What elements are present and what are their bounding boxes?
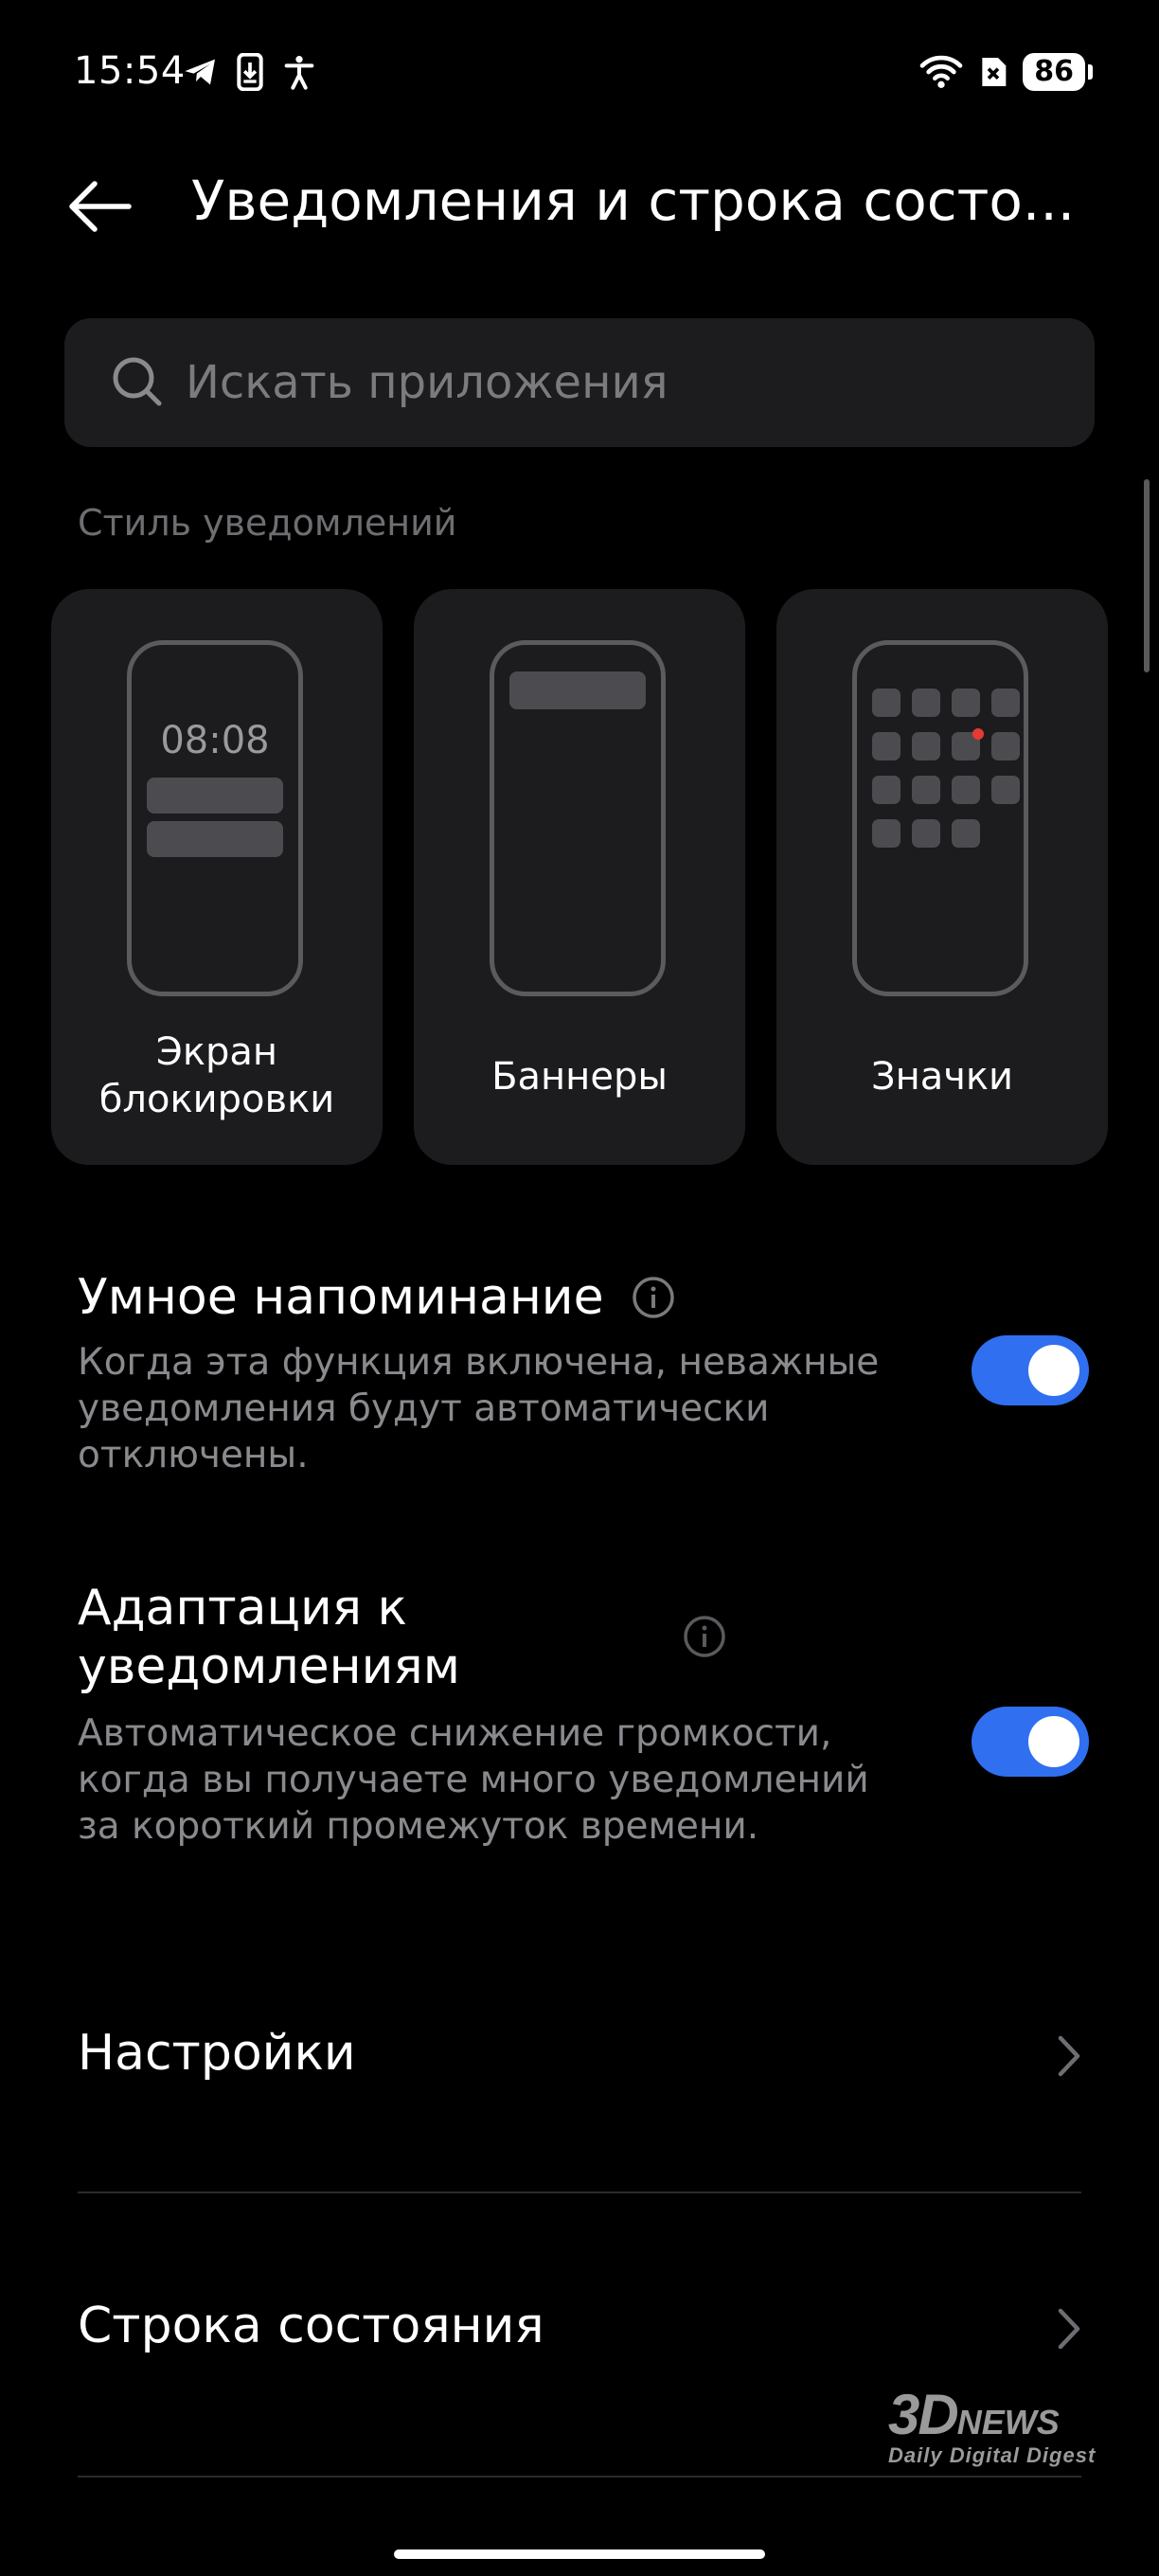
watermark-main: 3D xyxy=(888,2383,959,2446)
style-card-label: Экран блокировки xyxy=(98,1030,335,1121)
page-title: Уведомления и строка состо... xyxy=(191,169,1076,233)
adaptation-description: Автоматическое снижение громкости, когда… xyxy=(78,1712,869,1848)
preview-banner-bar xyxy=(509,671,646,709)
status-icons-right: 86 xyxy=(918,53,1093,91)
battery-icon: 86 xyxy=(1023,53,1093,91)
telegram-icon xyxy=(185,59,215,85)
download-phone-icon xyxy=(237,53,263,91)
chevron-right-icon xyxy=(1058,2308,1080,2350)
style-card-banners[interactable]: Баннеры xyxy=(414,589,745,1165)
preview-notification-bar xyxy=(147,821,283,857)
search-icon xyxy=(113,357,162,406)
style-card-badges[interactable]: Значки xyxy=(776,589,1108,1165)
lock-screen-preview: 08:08 xyxy=(127,640,303,996)
toggle-knob xyxy=(1028,1716,1079,1767)
watermark-tagline: Daily Digital Digest xyxy=(888,2443,1097,2467)
search-placeholder: Искать приложения xyxy=(186,356,669,409)
preview-time: 08:08 xyxy=(160,719,270,762)
back-arrow-icon[interactable] xyxy=(61,167,140,246)
watermark-news: NEWS xyxy=(956,2403,1060,2442)
status-icons-left xyxy=(182,53,318,91)
toggle-knob xyxy=(1028,1345,1079,1396)
nav-item-settings[interactable]: Настройки xyxy=(78,2004,1087,2108)
wifi-icon xyxy=(919,55,963,88)
no-sim-icon xyxy=(982,58,1007,86)
nav-item-status-bar[interactable]: Строка состояния xyxy=(78,2277,1087,2381)
style-card-label: Баннеры xyxy=(491,1055,668,1099)
smart-reminder-toggle[interactable] xyxy=(972,1335,1089,1405)
preview-notification-bar xyxy=(147,778,283,814)
watermark-logo: 3DNEWS Daily Digital Digest xyxy=(888,2387,1096,2468)
divider xyxy=(78,2476,1081,2478)
nav-item-label: Настройки xyxy=(78,2025,356,2082)
status-time: 15:54 xyxy=(74,49,186,93)
search-input[interactable]: Искать приложения xyxy=(64,318,1095,447)
style-card-lock-screen[interactable]: 08:08 Экран блокировки xyxy=(51,589,383,1165)
section-label-notification-style: Стиль уведомлений xyxy=(78,502,457,544)
info-icon[interactable] xyxy=(682,1614,727,1659)
style-card-label: Значки xyxy=(870,1055,1014,1099)
badge-dot xyxy=(972,728,984,740)
badges-preview xyxy=(852,640,1028,996)
adaptation-toggle[interactable] xyxy=(972,1707,1089,1777)
divider xyxy=(78,2191,1081,2193)
smart-reminder-title: Умное напоминание xyxy=(78,1269,604,1326)
banners-preview xyxy=(490,640,666,996)
adaptation-title-line1: Адаптация к xyxy=(78,1580,407,1637)
scrollbar[interactable] xyxy=(1144,479,1150,672)
home-indicator[interactable] xyxy=(394,2549,765,2559)
adaptation-title-line2: уведомлениям xyxy=(78,1638,460,1695)
preview-app-grid xyxy=(872,689,1020,848)
info-icon[interactable] xyxy=(631,1275,676,1320)
chevron-right-icon xyxy=(1058,2035,1080,2077)
smart-reminder-description: Когда эта функция включена, неважные уве… xyxy=(78,1341,880,1476)
nav-item-label: Строка состояния xyxy=(78,2298,544,2354)
accessibility-icon xyxy=(284,56,314,90)
